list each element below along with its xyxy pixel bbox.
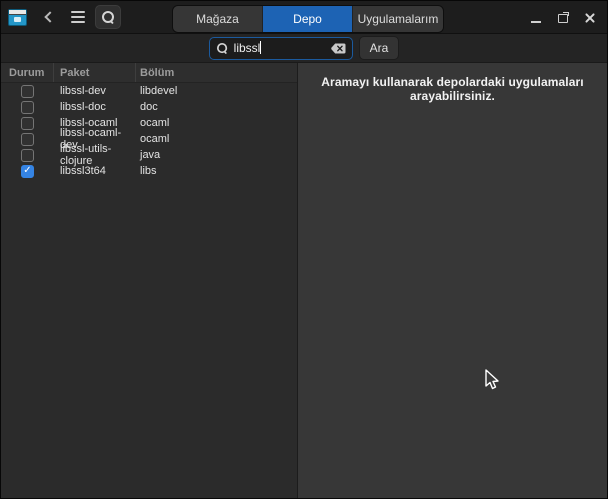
package-checkbox[interactable] <box>21 165 34 178</box>
search-input-value: libssl <box>234 41 326 55</box>
mouse-cursor <box>484 369 499 391</box>
package-name: libssl3t64 <box>54 165 136 177</box>
column-header-paket[interactable]: Paket <box>54 63 136 82</box>
title-bar: Mağaza Depo Uygulamalarım <box>1 1 607 34</box>
minimize-button[interactable] <box>527 9 545 27</box>
app-logo-icon <box>8 9 27 26</box>
package-section: libdevel <box>136 85 297 97</box>
hamburger-icon <box>71 11 85 23</box>
table-row[interactable]: libssl-doc doc <box>1 99 297 115</box>
restore-icon <box>558 12 569 23</box>
tab-magaza[interactable]: Mağaza <box>173 6 263 32</box>
package-name: libssl-doc <box>54 101 136 113</box>
search-icon <box>217 42 228 53</box>
app-window: Mağaza Depo Uygulamalarım libssl <box>0 0 608 499</box>
search-button[interactable]: Ara <box>359 36 400 60</box>
package-checkbox[interactable] <box>21 133 34 146</box>
view-switcher: Mağaza Depo Uygulamalarım <box>172 5 444 33</box>
search-bar-row: libssl Ara <box>1 34 607 63</box>
search-hint-text: Aramayı kullanarak depolardaki uygulamal… <box>298 75 607 103</box>
search-input[interactable]: libssl <box>209 37 353 60</box>
column-header-bolum[interactable]: Bölüm <box>136 63 297 82</box>
content-area: Durum Paket Bölüm libssl-dev libdevel li… <box>1 63 607 498</box>
package-section: doc <box>136 101 297 113</box>
minimize-icon <box>531 21 541 23</box>
tab-uygulamalarim[interactable]: Uygulamalarım <box>353 6 443 32</box>
detail-panel: Aramayı kullanarak depolardaki uygulamal… <box>298 63 607 498</box>
table-row[interactable]: libssl3t64 libs <box>1 163 297 179</box>
menu-button[interactable] <box>65 5 91 29</box>
package-checkbox[interactable] <box>21 117 34 130</box>
search-toggle-button[interactable] <box>95 5 121 29</box>
restore-button[interactable] <box>554 9 572 27</box>
table-row[interactable]: libssl-dev libdevel <box>1 83 297 99</box>
package-name: libssl-dev <box>54 85 136 97</box>
package-list-panel: Durum Paket Bölüm libssl-dev libdevel li… <box>1 63 298 498</box>
close-icon <box>584 12 596 24</box>
package-checkbox[interactable] <box>21 85 34 98</box>
package-section: java <box>136 149 297 161</box>
tab-depo[interactable]: Depo <box>263 6 353 32</box>
clear-input-icon[interactable] <box>331 43 346 54</box>
package-section: ocaml <box>136 117 297 129</box>
package-checkbox[interactable] <box>21 101 34 114</box>
table-row[interactable]: libssl-utils-clojure java <box>1 147 297 163</box>
package-section: ocaml <box>136 133 297 145</box>
column-header-durum[interactable]: Durum <box>1 63 54 82</box>
table-row[interactable]: libssl-ocaml-dev ocaml <box>1 131 297 147</box>
chevron-left-icon <box>44 11 55 22</box>
back-button[interactable] <box>35 5 61 29</box>
window-controls <box>527 1 599 34</box>
text-caret <box>260 41 261 54</box>
package-checkbox[interactable] <box>21 149 34 162</box>
table-header: Durum Paket Bölüm <box>1 63 297 83</box>
close-button[interactable] <box>581 9 599 27</box>
titlebar-left-controls <box>1 5 121 29</box>
search-icon <box>102 11 115 24</box>
table-row[interactable]: libssl-ocaml ocaml <box>1 115 297 131</box>
package-section: libs <box>136 165 297 177</box>
